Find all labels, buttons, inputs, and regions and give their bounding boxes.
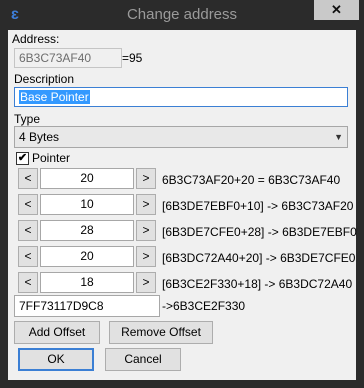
base-address-input[interactable]: 7FF73117D9C8 (14, 295, 160, 317)
description-label: Description (14, 72, 75, 86)
address-field: 6B3C73AF40 (14, 48, 122, 68)
offset-3-decrement-button[interactable]: < (18, 220, 38, 241)
offset-5-increment-button[interactable]: > (136, 272, 156, 293)
offset-2-increment-button[interactable]: > (136, 194, 156, 215)
offset-3-result: [6B3DE7CFE0+28] -> 6B3DE7EBF0 (162, 225, 357, 239)
description-value: Base Pointer (19, 90, 90, 104)
pointer-checkbox[interactable]: ✔ (16, 152, 29, 165)
address-label: Address: (12, 32, 60, 46)
add-offset-button[interactable]: Add Offset (14, 321, 100, 344)
close-button[interactable]: ✕ (314, 0, 359, 20)
offset-2-result: [6B3DE7EBF0+10] -> 6B3C73AF20 (162, 199, 354, 213)
type-label: Type (14, 112, 41, 126)
change-address-dialog: ɛ Change address ✕ Address: 6B3C73AF40 =… (0, 0, 364, 388)
offset-3-increment-button[interactable]: > (136, 220, 156, 241)
address-value: =95 (122, 51, 143, 65)
offset-2-input[interactable]: 10 (40, 194, 134, 215)
offset-4-result: [6B3DC72A40+20] -> 6B3DE7CFE0 (162, 251, 356, 265)
chevron-down-icon: ▼ (334, 132, 343, 142)
offset-1-decrement-button[interactable]: < (18, 168, 38, 189)
offset-1-input[interactable]: 20 (40, 168, 134, 189)
offset-5-result: [6B3CE2F330+18] -> 6B3DC72A40 (162, 277, 353, 291)
title-bar: ɛ Change address ✕ (0, 0, 364, 30)
base-address-result: ->6B3CE2F330 (162, 299, 246, 313)
offset-4-decrement-button[interactable]: < (18, 246, 38, 267)
type-value: 4 Bytes (19, 130, 60, 144)
offset-3-input[interactable]: 28 (40, 220, 134, 241)
pointer-label: Pointer (32, 151, 71, 165)
description-input[interactable]: Base Pointer (14, 87, 348, 107)
window-title: Change address (126, 6, 238, 23)
offset-2-decrement-button[interactable]: < (18, 194, 38, 215)
offset-5-decrement-button[interactable]: < (18, 272, 38, 293)
offset-4-increment-button[interactable]: > (136, 246, 156, 267)
dialog-body: Address: 6B3C73AF40 =95 Description Base… (8, 30, 357, 380)
ok-button[interactable]: OK (18, 348, 94, 371)
offset-1-result: 6B3C73AF20+20 = 6B3C73AF40 (162, 173, 341, 187)
remove-offset-button[interactable]: Remove Offset (109, 321, 213, 344)
type-select[interactable]: 4 Bytes ▼ (14, 126, 348, 148)
cancel-button[interactable]: Cancel (105, 348, 181, 371)
offset-5-input[interactable]: 18 (40, 272, 134, 293)
offset-1-increment-button[interactable]: > (136, 168, 156, 189)
offset-4-input[interactable]: 20 (40, 246, 134, 267)
